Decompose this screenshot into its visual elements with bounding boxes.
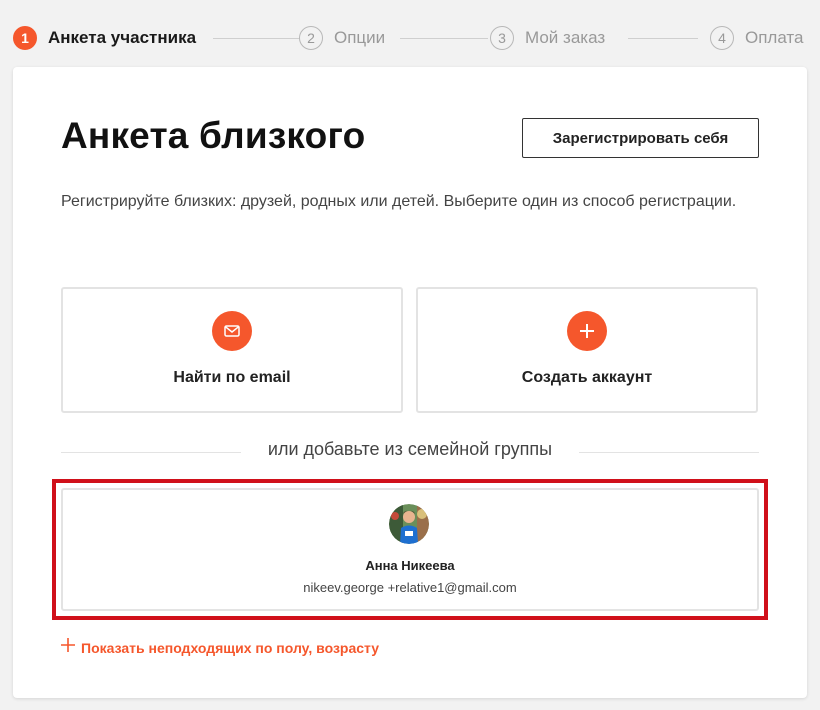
member-email: nikeev.george +relative1@gmail.com [303,580,517,595]
step-label: Мой заказ [525,28,606,47]
create-account-label: Создать аккаунт [521,369,653,386]
envelope-icon [212,311,252,351]
step-participant-form[interactable]: 1 Анкета участника [13,25,196,51]
step-number: 4 [710,26,734,50]
avatar [389,504,429,544]
step-label: Оплата [745,28,804,47]
step-number: 3 [490,26,514,50]
find-by-email-option[interactable]: Найти по email [61,287,403,413]
step-options[interactable]: 2 Опции [299,25,385,51]
plus-icon [61,638,75,657]
find-by-email-label: Найти по email [173,369,291,386]
plus-icon [567,311,607,351]
show-unsuitable-label: Показать неподходящих по полу, возрасту [81,639,380,656]
family-group-divider-text: или добавьте из семейной группы [267,439,553,459]
step-number: 2 [299,26,323,50]
step-connector [213,38,300,39]
progress-stepper: 1 Анкета участника 2 Опции 3 Мой заказ 4… [13,25,807,51]
page-title: Анкета близкого [61,115,366,156]
register-self-button[interactable]: Зарегистрировать себя [522,118,759,158]
step-number: 1 [13,26,37,50]
description-text: Регистрируйте близких: друзей, родных ил… [61,193,737,210]
step-my-order[interactable]: 3 Мой заказ [490,25,605,51]
family-member-card[interactable]: Анна Никеева nikeev.george +relative1@gm… [61,488,759,611]
step-connector [628,38,698,39]
step-payment[interactable]: 4 Оплата [710,25,803,51]
member-name: Анна Никеева [365,558,455,573]
step-label: Анкета участника [48,28,197,47]
divider-right [579,452,759,453]
step-label: Опции [334,28,386,47]
create-account-option[interactable]: Создать аккаунт [416,287,758,413]
relative-form-card: Анкета близкого Зарегистрировать себя Ре… [13,67,807,698]
show-unsuitable-link[interactable]: Показать неподходящих по полу, возрасту [61,638,379,657]
step-connector [400,38,488,39]
